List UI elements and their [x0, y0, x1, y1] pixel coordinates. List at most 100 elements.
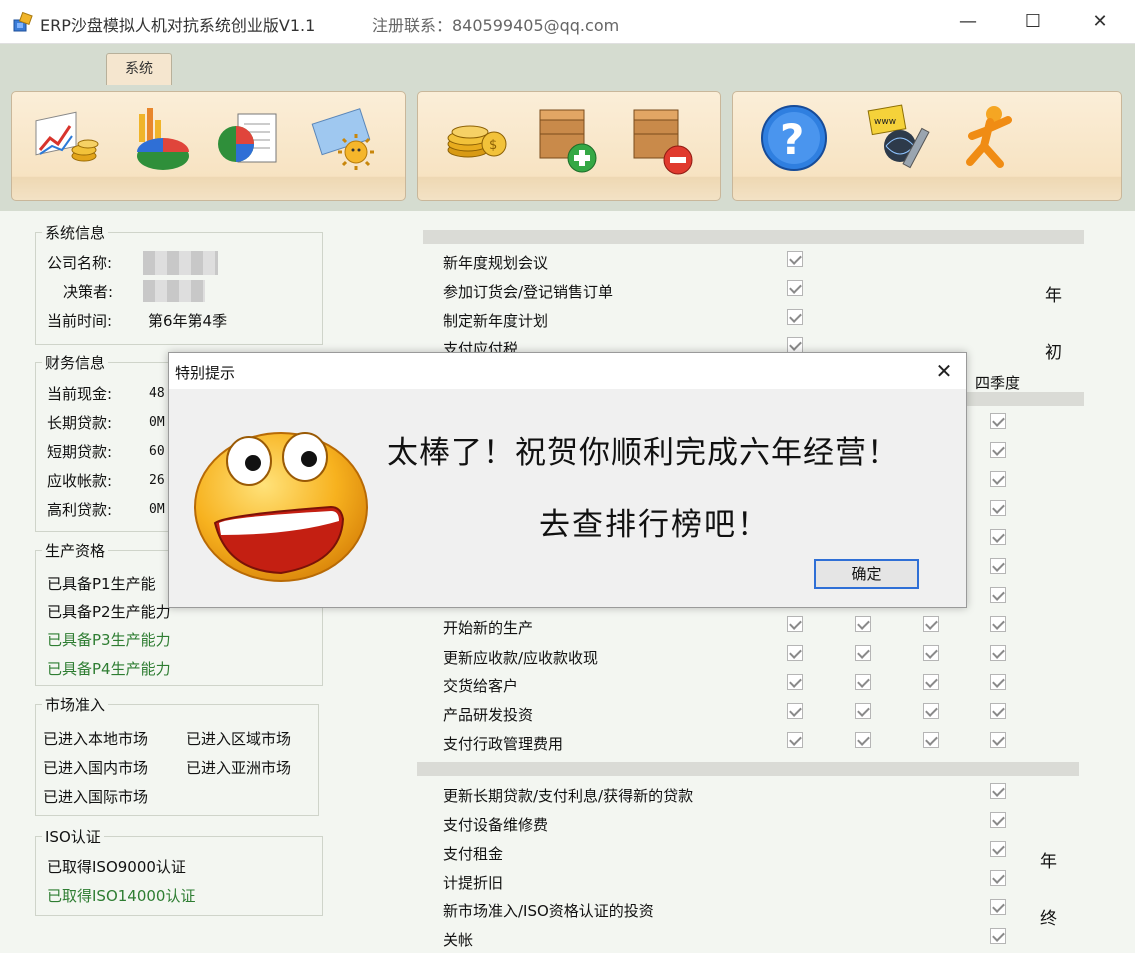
checkbox-deliver-q3[interactable]: [923, 674, 939, 690]
production-p3: 已具备P3生产能力: [47, 631, 171, 649]
crate-remove-icon[interactable]: [624, 100, 696, 178]
task-market-iso-invest: 新市场准入/ISO资格认证的投资: [443, 902, 654, 920]
task-rnd: 产品研发投资: [443, 706, 534, 724]
checkbox-admin-q1[interactable]: [787, 732, 803, 748]
bar-pie-chart-icon[interactable]: [125, 100, 197, 178]
decider-label: 决策者:: [63, 283, 114, 301]
task-receivables: 更新应收款/应收款收现: [443, 649, 599, 667]
tab-system[interactable]: 系统: [106, 53, 172, 85]
sun-folder-icon[interactable]: [310, 100, 382, 178]
checkbox-q4-row1[interactable]: [990, 413, 1006, 429]
window-title: ERP沙盘模拟人机对抗系统创业版V1.1: [40, 16, 316, 35]
checkbox-pay-tax[interactable]: [787, 337, 803, 353]
checkbox-q4-row4[interactable]: [990, 500, 1006, 516]
checkbox-rent[interactable]: [990, 841, 1006, 857]
checkbox-depreciation[interactable]: [990, 870, 1006, 886]
maximize-button[interactable]: ☐: [1003, 0, 1063, 44]
help-icon[interactable]: ?: [758, 100, 830, 178]
checkbox-production-q2[interactable]: [855, 616, 871, 632]
market-asia: 已进入亚洲市场: [186, 759, 292, 777]
task-rent: 支付租金: [443, 845, 504, 863]
short-loan-label: 短期贷款:: [47, 443, 113, 461]
checkbox-maintenance[interactable]: [990, 812, 1006, 828]
minimize-button[interactable]: —: [938, 0, 998, 44]
gold-coins-icon[interactable]: $: [440, 100, 512, 178]
checkbox-production-q1[interactable]: [787, 616, 803, 632]
finance-legend: 财务信息: [45, 354, 106, 372]
checkbox-admin-q2[interactable]: [855, 732, 871, 748]
checkbox-admin-q3[interactable]: [923, 732, 939, 748]
checkbox-annual-plan[interactable]: [787, 309, 803, 325]
task-long-loan: 更新长期贷款/支付利息/获得新的贷款: [443, 787, 694, 805]
checkbox-receivables-q1[interactable]: [787, 645, 803, 661]
checkbox-rnd-q3[interactable]: [923, 703, 939, 719]
year-begin-char-1: 年: [1045, 286, 1062, 306]
short-loan-value: 60: [149, 444, 165, 459]
receivable-value: 26: [149, 473, 165, 488]
checkbox-rnd-q2[interactable]: [855, 703, 871, 719]
checkbox-production-q4[interactable]: [990, 616, 1006, 632]
system-info-legend: 系统信息: [45, 224, 106, 242]
task-new-year-meeting: 新年度规划会议: [443, 254, 549, 272]
close-window-button[interactable]: ✕: [1070, 0, 1130, 44]
section-bar-yearend: [417, 762, 1079, 776]
crate-add-icon[interactable]: [530, 100, 602, 178]
running-person-icon[interactable]: [960, 100, 1032, 178]
ok-button[interactable]: 确定: [814, 559, 919, 589]
market-local: 已进入本地市场: [43, 730, 149, 748]
production-p2: 已具备P2生产能力: [47, 603, 171, 621]
decider-redacted: [143, 280, 205, 302]
laughing-smiley-icon: [194, 432, 368, 582]
checkbox-receivables-q2[interactable]: [855, 645, 871, 661]
quarter4-header: 四季度: [975, 374, 1021, 392]
checkbox-q4-row5[interactable]: [990, 529, 1006, 545]
checkbox-q4-row6[interactable]: [990, 558, 1006, 574]
title-bar: ERP沙盘模拟人机对抗系统创业版V1.1 注册联系：840599405@qq.c…: [0, 0, 1135, 44]
pie-report-icon[interactable]: [212, 100, 284, 178]
checkbox-rnd-q4[interactable]: [990, 703, 1006, 719]
task-admin-fee: 支付行政管理费用: [443, 735, 564, 753]
svg-text:www: www: [874, 117, 896, 127]
special-notice-dialog: 特别提示 ✕ 太棒了！祝贺你顺利完成六年经营！ 去查排行榜吧！ 确定: [168, 352, 967, 608]
market-legend: 市场准入: [45, 696, 106, 714]
current-time-value: 第6年第4季: [148, 312, 228, 330]
production-legend: 生产资格: [45, 542, 106, 560]
svg-text:?: ?: [780, 115, 804, 164]
checkbox-long-loan[interactable]: [990, 783, 1006, 799]
checkbox-q4-row7[interactable]: [990, 587, 1006, 603]
iso-14000: 已取得ISO14000认证: [47, 887, 196, 905]
year-begin-char-2: 初: [1045, 343, 1062, 363]
dialog-close-button[interactable]: ✕: [929, 357, 959, 385]
checkbox-close-books[interactable]: [990, 928, 1006, 944]
long-loan-value: 0M: [149, 415, 165, 430]
dialog-title-bar: 特别提示 ✕: [169, 353, 966, 389]
task-depreciation: 计提折旧: [443, 874, 504, 892]
checkbox-admin-q4[interactable]: [990, 732, 1006, 748]
checkbox-deliver-q4[interactable]: [990, 674, 1006, 690]
checkbox-production-q3[interactable]: [923, 616, 939, 632]
checkbox-q4-row3[interactable]: [990, 471, 1006, 487]
market-domestic: 已进入国内市场: [43, 759, 149, 777]
company-label: 公司名称:: [47, 254, 113, 272]
checkbox-rnd-q1[interactable]: [787, 703, 803, 719]
market-international: 已进入国际市场: [43, 788, 149, 806]
receivable-label: 应收帐款:: [47, 472, 113, 490]
production-p4: 已具备P4生产能力: [47, 660, 171, 678]
checkbox-market-iso-invest[interactable]: [990, 899, 1006, 915]
checkbox-receivables-q4[interactable]: [990, 645, 1006, 661]
svg-text:$: $: [489, 138, 497, 153]
checkbox-order-meeting[interactable]: [787, 280, 803, 296]
checkbox-receivables-q3[interactable]: [923, 645, 939, 661]
production-p1: 已具备P1生产能: [47, 575, 156, 593]
web-certificate-icon[interactable]: www: [864, 100, 936, 178]
cash-label: 当前现金:: [47, 385, 113, 403]
year-end-char-1: 年: [1040, 852, 1057, 872]
checkbox-deliver-q2[interactable]: [855, 674, 871, 690]
dialog-message-congrats: 太棒了！祝贺你顺利完成六年经营！: [387, 435, 899, 471]
checkbox-q4-row2[interactable]: [990, 442, 1006, 458]
checkbox-deliver-q1[interactable]: [787, 674, 803, 690]
chart-coins-icon[interactable]: [30, 100, 102, 178]
task-order-meeting: 参加订货会/登记销售订单: [443, 283, 614, 301]
checkbox-new-year-meeting[interactable]: [787, 251, 803, 267]
dialog-title: 特别提示: [175, 364, 236, 382]
